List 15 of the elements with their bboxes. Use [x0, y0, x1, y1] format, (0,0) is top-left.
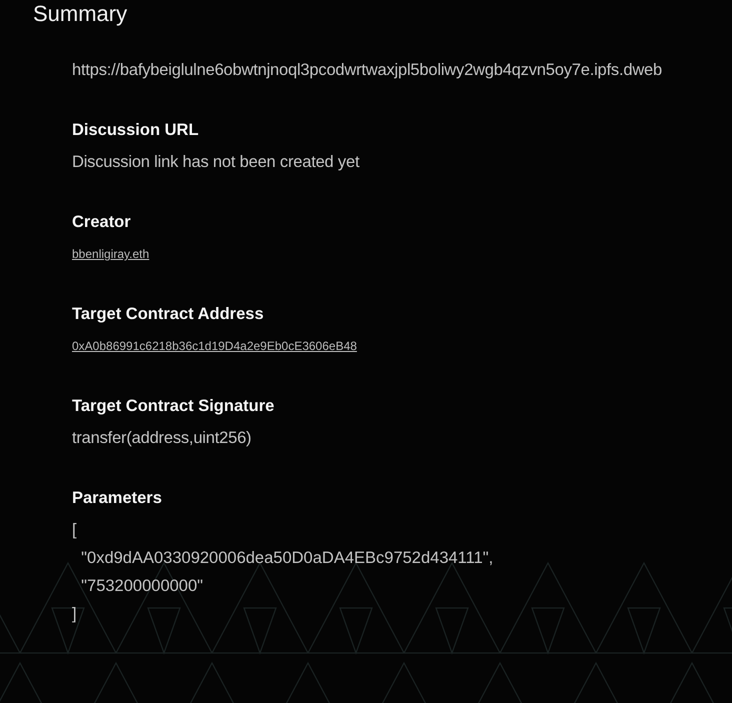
link[interactable]: 0xA0b86991c6218b36c1d19D4a2e9Eb0cE3606eB48	[72, 339, 357, 353]
field-value: https://bafybeiglulne6obwtnjnoql3pcodwrtwaxjpl5boliwy2wgb4qzvn5oy7e.ipfs.dweb	[72, 60, 663, 81]
section-heading: Target Contract Signature	[72, 396, 276, 417]
code-line: [	[72, 520, 77, 541]
code-line: "0xd9dAA0330920006dea50D0aDA4EBc9752d434111",	[80, 548, 494, 569]
code-line: ]	[72, 604, 77, 625]
section-heading: Parameters	[72, 488, 163, 509]
section-heading: Target Contract Address	[72, 304, 265, 325]
link[interactable]: bbenligiray.eth	[72, 247, 150, 261]
page-title: Summary	[33, 0, 128, 28]
section-heading: Discussion URL	[72, 120, 200, 141]
code-line: "753200000000"	[80, 576, 204, 597]
field-value: transfer(address,uint256)	[72, 428, 252, 449]
section-heading: Creator	[72, 212, 132, 233]
field-value: Discussion link has not been created yet	[72, 152, 360, 173]
